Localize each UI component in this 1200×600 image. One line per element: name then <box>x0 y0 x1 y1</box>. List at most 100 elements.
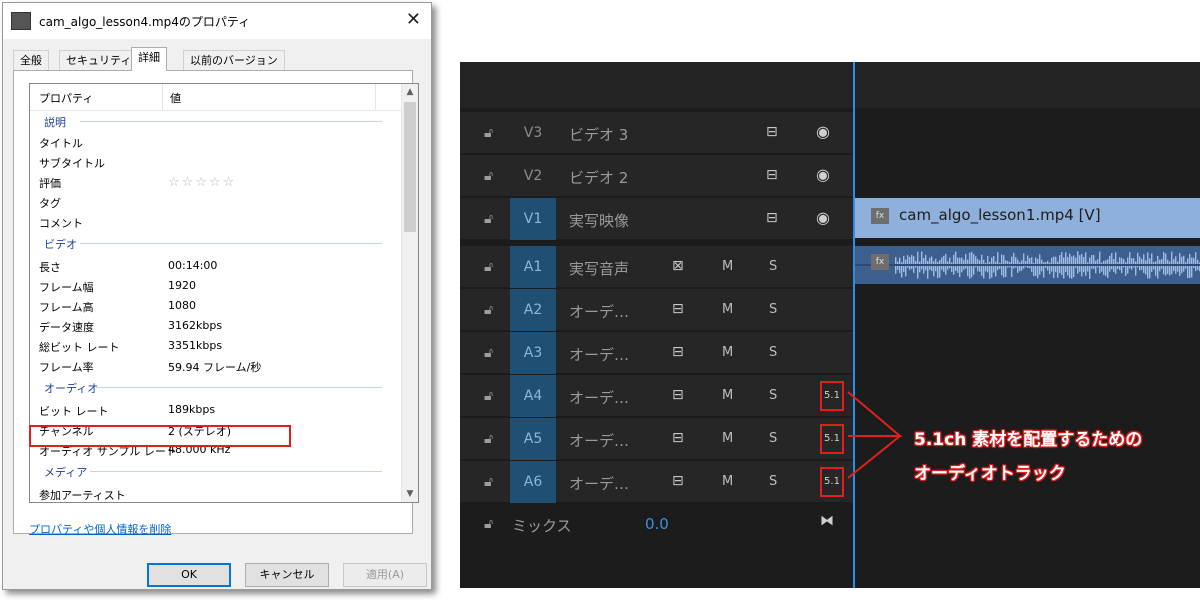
track-id[interactable]: A3 <box>510 332 556 374</box>
track-id[interactable]: A4 <box>510 375 556 417</box>
track-label[interactable]: 実写映像 <box>569 210 629 231</box>
track-a6[interactable]: 🔓︎ A6 オーデ… ⊟ M S 5.1 <box>460 461 855 503</box>
audio-clip[interactable]: fx <box>855 246 1200 284</box>
track-v3[interactable]: 🔓︎ V3 ビデオ 3 ⊟ ◉ <box>460 112 855 154</box>
track-id[interactable]: A5 <box>510 418 556 460</box>
sync-lock-icon[interactable]: ⊟ <box>766 167 778 183</box>
track-id[interactable]: A1 <box>510 246 556 288</box>
mute-button[interactable]: M <box>722 345 733 360</box>
list-item[interactable]: フレーム高 1080 <box>30 296 402 316</box>
mute-button[interactable]: M <box>722 388 733 403</box>
track-id[interactable]: V2 <box>510 155 556 197</box>
track-label[interactable]: オーデ… <box>569 387 629 408</box>
track-id[interactable]: A2 <box>510 289 556 331</box>
group-label: メディア <box>44 466 88 479</box>
column-property[interactable]: プロパティ <box>39 90 93 106</box>
track-a4[interactable]: 🔓︎ A4 オーデ… ⊟ M S 5.1 <box>460 375 855 417</box>
lock-icon[interactable]: 🔓︎ <box>484 516 493 532</box>
solo-button[interactable]: S <box>769 474 777 489</box>
eye-icon[interactable]: ◉ <box>816 208 830 227</box>
bowtie-icon[interactable]: ⧓ <box>820 513 834 529</box>
track-a2[interactable]: 🔓︎ A2 オーデ… ⊟ M S <box>460 289 855 331</box>
fx-badge: fx <box>871 254 889 270</box>
lock-icon[interactable]: 🔓︎ <box>484 168 493 184</box>
lock-icon[interactable]: 🔓︎ <box>484 431 493 447</box>
mix-label: ミックス <box>512 517 572 535</box>
list-item[interactable]: 長さ 00:14:00 <box>30 256 402 276</box>
apply-button[interactable]: 適用(A) <box>343 563 427 587</box>
sync-lock-icon[interactable]: ⊟ <box>672 301 684 317</box>
track-label[interactable]: ビデオ 2 <box>569 167 628 188</box>
list-item[interactable]: フレーム幅 1920 <box>30 276 402 296</box>
scroll-thumb[interactable] <box>404 102 416 232</box>
lock-icon[interactable]: 🔓︎ <box>484 211 493 227</box>
solo-button[interactable]: S <box>769 259 777 274</box>
track-label[interactable]: オーデ… <box>569 430 629 451</box>
list-item[interactable]: タグ <box>30 192 402 212</box>
track-id[interactable]: V1 <box>510 198 556 240</box>
list-item[interactable]: コメント <box>30 212 402 232</box>
lock-icon[interactable]: 🔓︎ <box>484 474 493 490</box>
video-clip[interactable]: fx cam_algo_lesson1.mp4 [V] <box>855 198 1200 238</box>
vertical-scrollbar[interactable]: ▲ ▼ <box>401 84 418 502</box>
remove-properties-link[interactable]: プロパティや個人情報を削除 <box>29 521 171 537</box>
lock-icon[interactable]: 🔓︎ <box>484 259 493 275</box>
track-a1[interactable]: 🔓︎ A1 実写音声 ⊠ M S <box>460 246 855 288</box>
sync-lock-icon[interactable]: ⊟ <box>672 387 684 403</box>
scroll-up-icon[interactable]: ▲ <box>402 84 418 100</box>
tab-details[interactable]: 詳細 <box>131 47 167 71</box>
sync-lock-icon[interactable]: ⊟ <box>672 473 684 489</box>
playhead[interactable] <box>853 62 855 588</box>
list-item[interactable]: 参加アーティスト <box>30 484 402 502</box>
track-a5[interactable]: 🔓︎ A5 オーデ… ⊟ M S 5.1 <box>460 418 855 460</box>
list-item[interactable]: 総ビット レート 3351kbps <box>30 336 402 356</box>
solo-button[interactable]: S <box>769 388 777 403</box>
mix-volume-value[interactable]: 0.0 <box>645 515 669 533</box>
cancel-button[interactable]: キャンセル <box>245 563 329 587</box>
ok-button[interactable]: OK <box>147 563 231 587</box>
list-item[interactable]: 評価 ☆☆☆☆☆ <box>30 172 402 192</box>
lock-icon[interactable]: 🔓︎ <box>484 388 493 404</box>
close-icon[interactable]: ✕ <box>406 9 421 30</box>
solo-button[interactable]: S <box>769 431 777 446</box>
mix-track[interactable]: 🔓︎ ミックス 0.0 ⧓ <box>460 503 855 545</box>
mute-button[interactable]: M <box>722 431 733 446</box>
track-label[interactable]: オーデ… <box>569 301 629 322</box>
sync-lock-icon[interactable]: ⊟ <box>672 344 684 360</box>
track-label[interactable]: ビデオ 3 <box>569 124 628 145</box>
column-value[interactable]: 値 <box>170 90 181 106</box>
sync-lock-off-icon[interactable]: ⊠ <box>672 258 684 274</box>
track-a3[interactable]: 🔓︎ A3 オーデ… ⊟ M S <box>460 332 855 374</box>
mute-button[interactable]: M <box>722 259 733 274</box>
scroll-down-icon[interactable]: ▼ <box>402 486 418 502</box>
track-label[interactable]: オーデ… <box>569 473 629 494</box>
list-item[interactable]: ビット レート 189kbps <box>30 400 402 420</box>
track-label[interactable]: オーデ… <box>569 344 629 365</box>
track-id[interactable]: A6 <box>510 461 556 503</box>
solo-button[interactable]: S <box>769 345 777 360</box>
tab-security[interactable]: セキュリティ <box>59 50 139 70</box>
sync-lock-icon[interactable]: ⊟ <box>766 124 778 140</box>
tab-general[interactable]: 全般 <box>13 50 49 70</box>
list-item[interactable]: タイトル <box>30 132 402 152</box>
track-id[interactable]: V3 <box>510 112 556 154</box>
track-label[interactable]: 実写音声 <box>569 258 629 279</box>
tab-previous-versions[interactable]: 以前のバージョン <box>183 50 285 70</box>
lock-icon[interactable]: 🔓︎ <box>484 125 493 141</box>
sync-lock-icon[interactable]: ⊟ <box>672 430 684 446</box>
lock-icon[interactable]: 🔓︎ <box>484 302 493 318</box>
timeline-ruler[interactable] <box>460 62 1200 108</box>
track-v1[interactable]: 🔓︎ V1 実写映像 ⊟ ◉ <box>460 198 855 240</box>
list-item[interactable]: データ速度 3162kbps <box>30 316 402 336</box>
mute-button[interactable]: M <box>722 302 733 317</box>
eye-icon[interactable]: ◉ <box>816 165 830 184</box>
list-item[interactable]: サブタイトル <box>30 152 402 172</box>
list-item[interactable]: フレーム率 59.94 フレーム/秒 <box>30 356 402 376</box>
solo-button[interactable]: S <box>769 302 777 317</box>
rating-stars[interactable]: ☆☆☆☆☆ <box>168 175 236 190</box>
sync-lock-icon[interactable]: ⊟ <box>766 210 778 226</box>
track-v2[interactable]: 🔓︎ V2 ビデオ 2 ⊟ ◉ <box>460 155 855 197</box>
eye-icon[interactable]: ◉ <box>816 122 830 141</box>
lock-icon[interactable]: 🔓︎ <box>484 345 493 361</box>
mute-button[interactable]: M <box>722 474 733 489</box>
